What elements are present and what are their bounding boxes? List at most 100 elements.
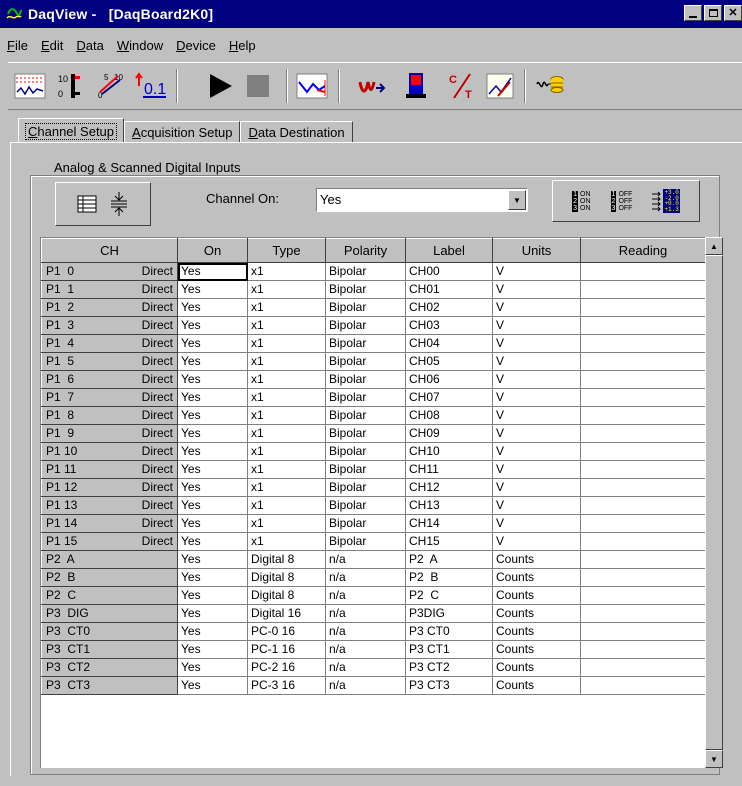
start-acquisition-button[interactable]	[202, 68, 238, 104]
cell-type[interactable]: PC-1 16	[247, 640, 326, 659]
channel-header-cell[interactable]: P2 A	[41, 550, 178, 569]
cell-type[interactable]: x1	[247, 424, 326, 443]
cell-on[interactable]: Yes	[177, 298, 248, 317]
cell-type[interactable]: x1	[247, 514, 326, 533]
cell-on[interactable]: Yes	[177, 460, 248, 479]
cell-type[interactable]: PC-2 16	[247, 658, 326, 677]
cell-type[interactable]: Digital 16	[247, 604, 326, 623]
cell-polarity[interactable]: Bipolar	[325, 388, 406, 407]
cell-reading[interactable]	[580, 334, 706, 353]
cell-on[interactable]: Yes	[177, 262, 248, 281]
cell-reading[interactable]	[580, 352, 706, 371]
cell-label[interactable]: CH13	[405, 496, 493, 515]
tab-channel-setup[interactable]: Channel Setup	[18, 118, 125, 143]
cell-type[interactable]: PC-3 16	[247, 676, 326, 695]
scroll-down-button[interactable]: ▼	[705, 750, 723, 768]
channel-header-cell[interactable]: P1 9 Direct	[41, 424, 178, 443]
cell-on[interactable]: Yes	[177, 406, 248, 425]
cell-units[interactable]: V	[492, 316, 581, 335]
cell-on[interactable]: Yes	[177, 370, 248, 389]
cell-units[interactable]: Counts	[492, 586, 581, 605]
tab-data-destination[interactable]: Data Destination	[240, 121, 353, 143]
cell-type[interactable]: x1	[247, 280, 326, 299]
cell-label[interactable]: P2 B	[405, 568, 493, 587]
cell-label[interactable]: P3 CT1	[405, 640, 493, 659]
cell-polarity[interactable]: Bipolar	[325, 532, 406, 551]
channel-header-cell[interactable]: P1 2 Direct	[41, 298, 178, 317]
cell-on[interactable]: Yes	[177, 334, 248, 353]
menu-help[interactable]: Help	[222, 38, 262, 53]
column-header-label[interactable]: Label	[405, 238, 493, 263]
cell-units[interactable]: Counts	[492, 658, 581, 677]
cell-on[interactable]: Yes	[177, 352, 248, 371]
channel-header-cell[interactable]: P1 1 Direct	[41, 280, 178, 299]
channel-on-select[interactable]: Yes ▼	[316, 188, 528, 212]
cell-polarity[interactable]: Bipolar	[325, 496, 406, 515]
cell-on[interactable]: Yes	[177, 424, 248, 443]
channel-header-cell[interactable]: P3 CT0	[41, 622, 178, 641]
cell-reading[interactable]	[580, 280, 706, 299]
channel-header-cell[interactable]: P1 15 Direct	[41, 532, 178, 551]
cell-on[interactable]: Yes	[177, 316, 248, 335]
column-header-units[interactable]: Units	[492, 238, 581, 263]
column-header-reading[interactable]: Reading	[580, 238, 706, 263]
cell-on[interactable]: Yes	[177, 478, 248, 497]
cell-reading[interactable]	[580, 496, 706, 515]
cell-type[interactable]: x1	[247, 334, 326, 353]
readings-button[interactable]: +3.0 -2.0 +0.0 +1.3	[652, 189, 680, 213]
cell-units[interactable]: Counts	[492, 640, 581, 659]
cell-reading[interactable]	[580, 676, 706, 695]
cell-label[interactable]: CH01	[405, 280, 493, 299]
cell-polarity[interactable]: Bipolar	[325, 298, 406, 317]
channel-on-dropdown-button[interactable]: ▼	[508, 190, 526, 210]
cell-reading[interactable]	[580, 388, 706, 407]
column-header-type[interactable]: Type	[247, 238, 326, 263]
cell-units[interactable]: V	[492, 424, 581, 443]
column-header-polarity[interactable]: Polarity	[325, 238, 406, 263]
cell-label[interactable]: P3DIG	[405, 604, 493, 623]
channel-setup-button[interactable]	[12, 68, 48, 104]
cell-label[interactable]: CH09	[405, 424, 493, 443]
channel-header-cell[interactable]: P3 CT3	[41, 676, 178, 695]
cell-units[interactable]: Counts	[492, 622, 581, 641]
cell-polarity[interactable]: Bipolar	[325, 262, 406, 281]
cell-type[interactable]: x1	[247, 496, 326, 515]
cell-polarity[interactable]: Bipolar	[325, 478, 406, 497]
menu-data[interactable]: Data	[69, 38, 109, 53]
all-off-button[interactable]: 1 OFF 2 OFF 3 OFF	[610, 190, 632, 212]
range-button[interactable]: 5 10 0	[92, 68, 128, 104]
cell-reading[interactable]	[580, 262, 706, 281]
cell-polarity[interactable]: Bipolar	[325, 460, 406, 479]
vertical-scrollbar[interactable]: ▲ ▼	[705, 237, 723, 768]
cell-type[interactable]: x1	[247, 442, 326, 461]
channel-header-cell[interactable]: P1 6 Direct	[41, 370, 178, 389]
cell-polarity[interactable]: Bipolar	[325, 370, 406, 389]
meter-button[interactable]	[398, 68, 434, 104]
cell-on[interactable]: Yes	[177, 514, 248, 533]
cell-type[interactable]: x1	[247, 352, 326, 371]
cell-label[interactable]: CH00	[405, 262, 493, 281]
cell-on[interactable]: Yes	[177, 658, 248, 677]
cell-type[interactable]: x1	[247, 478, 326, 497]
cell-reading[interactable]	[580, 622, 706, 641]
cell-label[interactable]: P2 A	[405, 550, 493, 569]
cell-type[interactable]: Digital 8	[247, 586, 326, 605]
cell-type[interactable]: x1	[247, 460, 326, 479]
column-header-ch[interactable]: CH	[41, 238, 178, 263]
cell-on[interactable]: Yes	[177, 604, 248, 623]
cell-label[interactable]: P3 CT3	[405, 676, 493, 695]
cell-units[interactable]: V	[492, 532, 581, 551]
cell-units[interactable]: V	[492, 460, 581, 479]
channel-header-cell[interactable]: P1 4 Direct	[41, 334, 178, 353]
cell-units[interactable]: V	[492, 262, 581, 281]
cell-on[interactable]: Yes	[177, 568, 248, 587]
cell-label[interactable]: CH07	[405, 388, 493, 407]
cell-polarity[interactable]: Bipolar	[325, 406, 406, 425]
cell-on[interactable]: Yes	[177, 676, 248, 695]
cell-label[interactable]: CH15	[405, 532, 493, 551]
column-header-on[interactable]: On	[177, 238, 248, 263]
cell-reading[interactable]	[580, 460, 706, 479]
cell-reading[interactable]	[580, 316, 706, 335]
cell-polarity[interactable]: Bipolar	[325, 514, 406, 533]
temperature-button[interactable]: C T	[444, 68, 480, 104]
